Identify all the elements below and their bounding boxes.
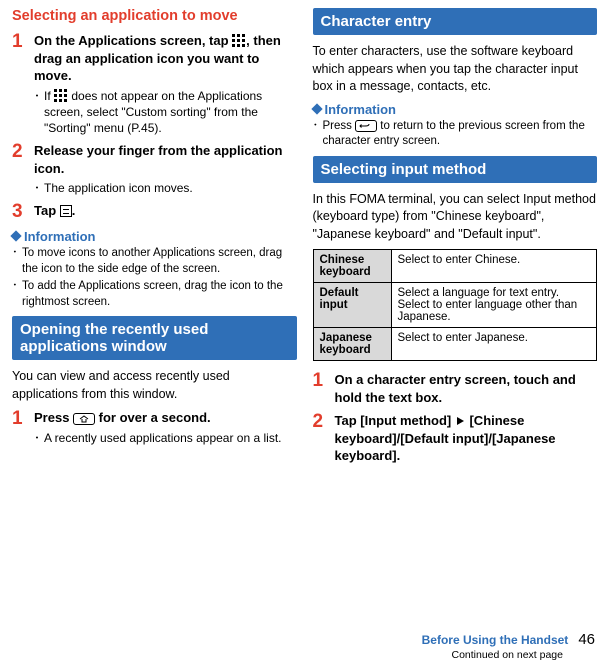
text: Information [325,102,397,117]
step-number: 1 [12,32,34,136]
table-row: Chinese keyboard Select to enter Chinese… [313,250,597,283]
text: for over a second. [95,410,211,425]
paragraph: In this FOMA terminal, you can select In… [313,191,598,244]
text: If [44,89,54,103]
table-cell-value: Select a language for text entry. Select… [391,283,597,328]
text: Press [34,410,73,425]
footer-page-number: 46 [578,631,595,648]
diamond-icon [311,103,322,114]
step-r1: 1 On a character entry screen, touch and… [313,371,598,406]
step-r1-heading: On a character entry screen, touch and h… [335,371,598,406]
step-r2: 2 Tap [Input method] [Chinese keyboard]/… [313,412,598,465]
table-cell-value: Select to enter Japanese. [391,328,597,361]
step-2-bullet: ･ The application icon moves. [34,180,297,196]
text: Information [24,229,96,244]
information-heading: Information [313,102,598,117]
text: does not appear on the Applications scre… [44,89,262,135]
step-number: 1 [12,409,34,446]
paragraph: To enter characters, use the software ke… [313,43,598,96]
table-cell-label: Default input [313,283,391,328]
footer-continued: Continued on next page [14,649,595,661]
text: Tap [Input method] [335,413,455,428]
page-content: Selecting an application to move 1 On th… [0,0,609,471]
back-key-icon [355,120,377,132]
table-cell-value: Select to enter Chinese. [391,250,597,283]
diamond-icon [10,231,21,242]
table-row: Japanese keyboard Select to enter Japane… [313,328,597,361]
home-key-icon [73,413,95,425]
text: On the Applications screen, tap [34,33,232,48]
text: . [72,203,76,218]
menu-icon [60,205,72,217]
table-cell-label: Chinese keyboard [313,250,391,283]
arrow-right-icon [457,417,464,425]
step-number: 3 [12,202,34,223]
step-3: 3 Tap . [12,202,297,223]
footer-section-name: Before Using the Handset [422,633,569,647]
step-1-heading: On the Applications screen, tap , then d… [34,32,297,85]
input-methods-table: Chinese keyboard Select to enter Chinese… [313,249,598,361]
info-item: ･To add the Applications screen, drag th… [12,279,297,310]
left-column: Selecting an application to move 1 On th… [12,8,297,471]
step-b1: 1 Press for over a second. ･ A recently … [12,409,297,446]
step-2: 2 Release your finger from the applicati… [12,142,297,196]
heading-character-entry: Character entry [313,8,598,35]
step-r2-heading: Tap [Input method] [Chinese keyboard]/[D… [335,412,598,465]
step-number: 2 [12,142,34,196]
apps-grid-icon [54,89,68,101]
paragraph: You can view and access recently used ap… [12,368,297,403]
information-heading: Information [12,229,297,244]
section-title-selecting-app: Selecting an application to move [12,8,297,24]
heading-opening-recent-apps: Opening the recently used applications w… [12,316,297,360]
step-1: 1 On the Applications screen, tap , then… [12,32,297,136]
page-footer: Before Using the Handset 46 Continued on… [0,631,609,661]
heading-selecting-input-method: Selecting input method [313,156,598,183]
right-column: Character entry To enter characters, use… [313,8,598,471]
text: A recently used applications appear on a… [44,430,297,446]
step-b1-bullet: ･ A recently used applications appear on… [34,430,297,446]
text: To move icons to another Applications sc… [22,246,297,277]
step-1-bullet: ･ If does not appear on the Applications… [34,88,297,137]
step-number: 2 [313,412,335,465]
step-number: 1 [313,371,335,406]
apps-grid-icon [232,34,246,46]
text: To add the Applications screen, drag the… [22,279,297,310]
table-row: Default input Select a language for text… [313,283,597,328]
info-item: ･ Press to return to the previous screen… [313,119,598,150]
text: The application icon moves. [44,180,297,196]
step-2-heading: Release your finger from the application… [34,142,297,177]
table-cell-label: Japanese keyboard [313,328,391,361]
step-3-heading: Tap . [34,202,297,220]
step-b1-heading: Press for over a second. [34,409,297,427]
info-item: ･To move icons to another Applications s… [12,246,297,277]
text: Press [323,120,356,132]
text: Tap [34,203,60,218]
